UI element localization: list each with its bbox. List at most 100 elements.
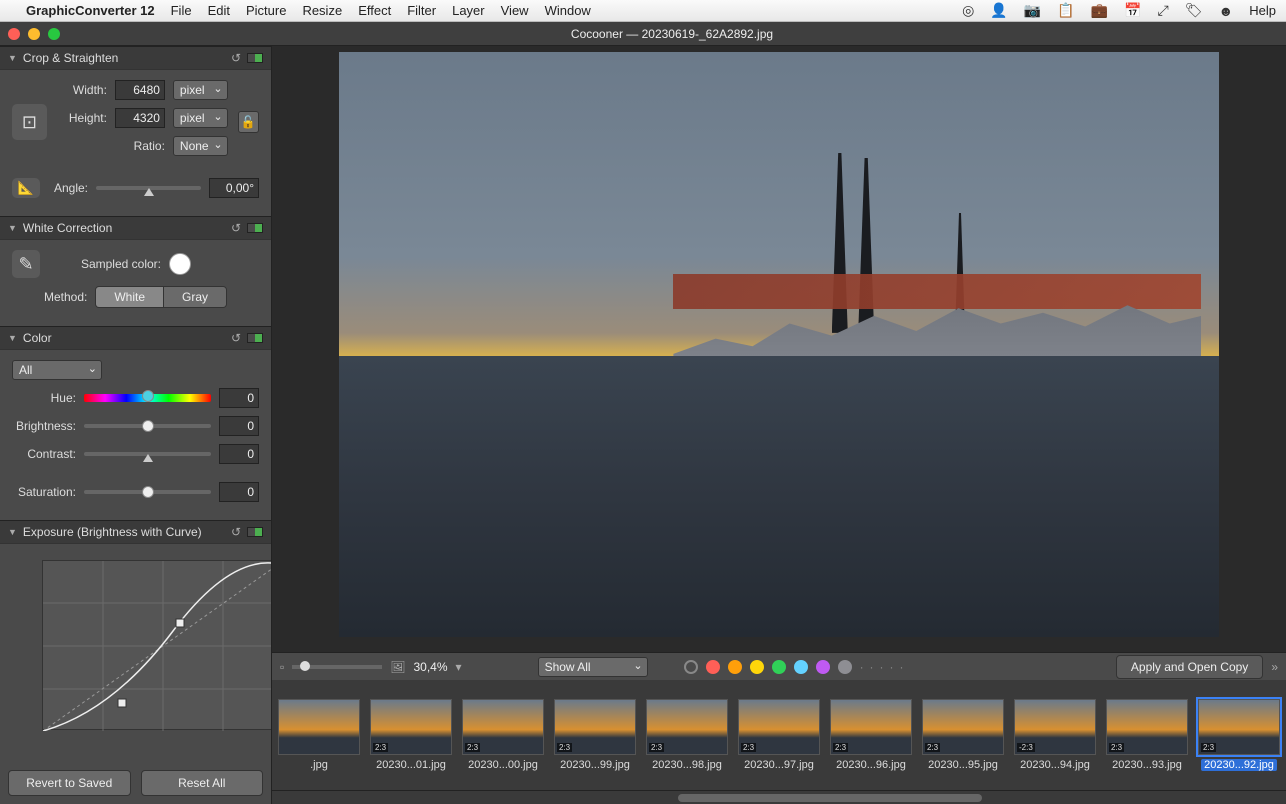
contrast-slider[interactable] [84, 452, 211, 456]
menu-help[interactable]: Help [1249, 3, 1276, 18]
reset-icon[interactable]: ↺ [231, 51, 241, 65]
panel-toggle[interactable] [247, 223, 263, 233]
thumbnail-image[interactable]: 2:3 [1198, 699, 1280, 755]
thumbnail-image[interactable] [278, 699, 360, 755]
reset-icon[interactable]: ↺ [231, 221, 241, 235]
menu-effect[interactable]: Effect [358, 3, 391, 18]
menu-picture[interactable]: Picture [246, 3, 286, 18]
target-icon[interactable]: ◎ [962, 2, 974, 19]
width-input[interactable] [115, 80, 165, 100]
saturation-input[interactable] [219, 482, 259, 502]
clipboard-icon[interactable]: 📋 [1057, 2, 1074, 19]
rating-dots[interactable]: ····· [860, 660, 910, 674]
face-icon[interactable]: ☻ [1219, 3, 1234, 19]
thumbnail-item[interactable]: 2:320230...99.jpg [554, 699, 636, 771]
straighten-tool-icon[interactable]: 📐 [12, 178, 40, 198]
camera-icon[interactable]: 📷 [1024, 2, 1041, 19]
reset-all-button[interactable]: Reset All [141, 770, 264, 796]
label-purple[interactable] [816, 660, 830, 674]
menu-resize[interactable]: Resize [302, 3, 342, 18]
window-minimize-button[interactable] [28, 28, 40, 40]
menu-filter[interactable]: Filter [407, 3, 436, 18]
apply-open-copy-button[interactable]: Apply and Open Copy [1116, 655, 1263, 679]
thumbnail-item[interactable]: 2:320230...92.jpg [1198, 699, 1280, 771]
reset-icon[interactable]: ↺ [231, 525, 241, 539]
disclosure-icon[interactable]: ▼ [8, 223, 17, 233]
saturation-slider[interactable] [84, 490, 211, 494]
disclosure-icon[interactable]: ▼ [8, 333, 17, 343]
sampled-color-swatch[interactable] [169, 253, 191, 275]
color-channel-select[interactable]: All [12, 360, 102, 380]
thumbnail-image[interactable]: 2:3 [370, 699, 452, 755]
thumbnail-strip[interactable]: .jpg2:320230...01.jpg2:320230...00.jpg2:… [272, 680, 1286, 790]
contrast-input[interactable] [219, 444, 259, 464]
menu-window[interactable]: Window [545, 3, 591, 18]
label-none[interactable] [684, 660, 698, 674]
window-zoom-button[interactable] [48, 28, 60, 40]
zoom-display[interactable]: 30,4% [414, 660, 448, 674]
menu-view[interactable]: View [501, 3, 529, 18]
tag-icon[interactable]: 🏷 [1185, 2, 1203, 19]
angle-input[interactable] [209, 178, 259, 198]
expand-icon[interactable]: ⤢ [1158, 2, 1169, 19]
panel-toggle[interactable] [247, 53, 263, 63]
thumb-size-slider[interactable] [292, 665, 382, 669]
window-close-button[interactable] [8, 28, 20, 40]
panel-toggle[interactable] [247, 527, 263, 537]
thumbnail-image[interactable]: -2:3 [1014, 699, 1096, 755]
label-orange[interactable] [728, 660, 742, 674]
thumbnail-item[interactable]: 2:320230...97.jpg [738, 699, 820, 771]
more-icon[interactable]: » [1271, 660, 1278, 674]
image-preview[interactable] [272, 46, 1286, 652]
brightness-slider[interactable] [84, 424, 211, 428]
disclosure-icon[interactable]: ▼ [8, 527, 17, 537]
thumbnail-item[interactable]: 2:320230...00.jpg [462, 699, 544, 771]
thumbnail-item[interactable]: 2:320230...95.jpg [922, 699, 1004, 771]
thumbnail-item[interactable]: 2:320230...96.jpg [830, 699, 912, 771]
thumbnail-image[interactable]: 2:3 [1106, 699, 1188, 755]
thumbnail-item[interactable]: 2:320230...01.jpg [370, 699, 452, 771]
angle-slider[interactable] [96, 186, 201, 190]
menu-file[interactable]: File [171, 3, 192, 18]
filter-select[interactable]: Show All [538, 657, 648, 677]
thumbnail-image[interactable]: 2:3 [462, 699, 544, 755]
thumbnail-item[interactable]: 2:320230...98.jpg [646, 699, 728, 771]
height-input[interactable] [115, 108, 165, 128]
thumbnail-image[interactable]: 2:3 [646, 699, 728, 755]
label-blue[interactable] [794, 660, 808, 674]
app-menu[interactable]: GraphicConverter 12 [26, 3, 155, 18]
ratio-select[interactable]: None [173, 136, 228, 156]
hue-slider[interactable] [84, 394, 211, 402]
thumbnail-image[interactable]: 2:3 [738, 699, 820, 755]
method-gray-button[interactable]: Gray [163, 287, 226, 307]
method-segmented[interactable]: White Gray [95, 286, 227, 308]
panel-header-white[interactable]: ▼ White Correction ↺ [0, 216, 271, 240]
horizontal-scrollbar[interactable] [272, 790, 1286, 804]
thumbnail-image[interactable]: 2:3 [554, 699, 636, 755]
label-red[interactable] [706, 660, 720, 674]
width-unit-select[interactable]: pixel [173, 80, 228, 100]
hue-input[interactable] [219, 388, 259, 408]
calendar-icon[interactable]: 📅 [1124, 2, 1141, 19]
zoom-dropdown-icon[interactable]: ▾ [456, 660, 462, 674]
revert-button[interactable]: Revert to Saved [8, 770, 131, 796]
label-green[interactable] [772, 660, 786, 674]
panel-header-color[interactable]: ▼ Color ↺ [0, 326, 271, 350]
reset-icon[interactable]: ↺ [231, 331, 241, 345]
label-yellow[interactable] [750, 660, 764, 674]
menu-edit[interactable]: Edit [208, 3, 230, 18]
height-unit-select[interactable]: pixel [173, 108, 228, 128]
lock-aspect-button[interactable]: 🔓 [238, 111, 259, 133]
disclosure-icon[interactable]: ▼ [8, 53, 17, 63]
user-icon[interactable]: 👤 [990, 2, 1007, 19]
method-white-button[interactable]: White [96, 287, 163, 307]
panel-header-exposure[interactable]: ▼ Exposure (Brightness with Curve) ↺ [0, 520, 271, 544]
briefcase-icon[interactable]: 💼 [1091, 2, 1108, 19]
thumbnail-item[interactable]: -2:320230...94.jpg [1014, 699, 1096, 771]
thumbnail-image[interactable]: 2:3 [830, 699, 912, 755]
crop-tool-icon[interactable]: ⊡ [12, 104, 47, 140]
panel-toggle[interactable] [247, 333, 263, 343]
curve-editor[interactable] [42, 560, 272, 730]
label-gray[interactable] [838, 660, 852, 674]
menu-layer[interactable]: Layer [452, 3, 485, 18]
